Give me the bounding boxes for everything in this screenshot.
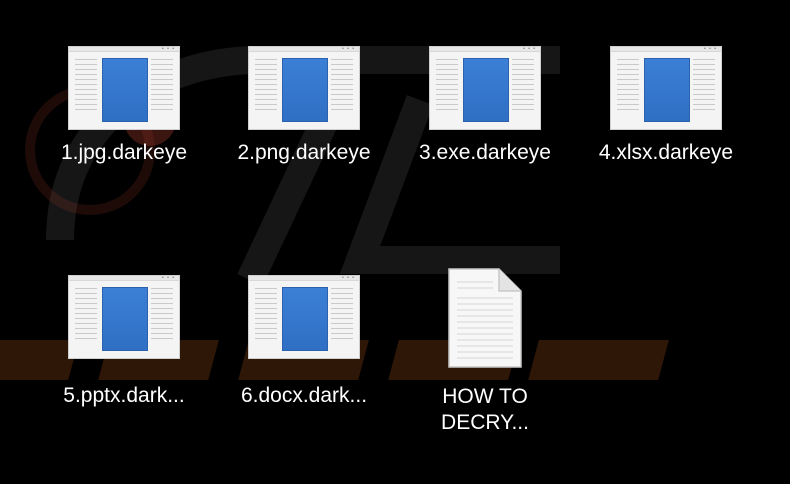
document-thumbnail-icon: • • • [610, 46, 722, 130]
file-name-label: 1.jpg.darkeye [60, 141, 188, 164]
text-file-icon [447, 268, 523, 368]
file-item[interactable]: HOW TO DECRY... [395, 268, 575, 436]
file-name-label: 5.pptx.dark... [63, 384, 185, 407]
file-item[interactable]: • • • 2.png.darkeye [214, 46, 394, 166]
file-name-label: 3.exe.darkeye [419, 141, 551, 164]
file-name-label: 2.png.darkeye [237, 141, 371, 164]
file-name-label: HOW TO DECRY... [395, 384, 575, 436]
document-thumbnail-icon: • • • [429, 46, 541, 130]
file-name-line: DECRY... [441, 411, 529, 434]
file-item[interactable]: • • • 4.xlsx.darkeye [576, 46, 756, 166]
document-thumbnail-icon: • • • [248, 46, 360, 130]
file-name-label: 6.docx.dark... [240, 384, 368, 407]
file-item[interactable]: • • • 5.pptx.dark... [34, 275, 214, 409]
file-item[interactable]: • • • 3.exe.darkeye [395, 46, 575, 166]
document-thumbnail-icon: • • • [68, 275, 180, 359]
file-name-line: HOW TO [442, 385, 528, 408]
document-thumbnail-icon: • • • [248, 275, 360, 359]
file-item[interactable]: • • • 6.docx.dark... [214, 275, 394, 409]
document-thumbnail-icon: • • • [68, 46, 180, 130]
file-item[interactable]: • • • 1.jpg.darkeye [34, 46, 214, 166]
file-name-label: 4.xlsx.darkeye [598, 141, 734, 164]
